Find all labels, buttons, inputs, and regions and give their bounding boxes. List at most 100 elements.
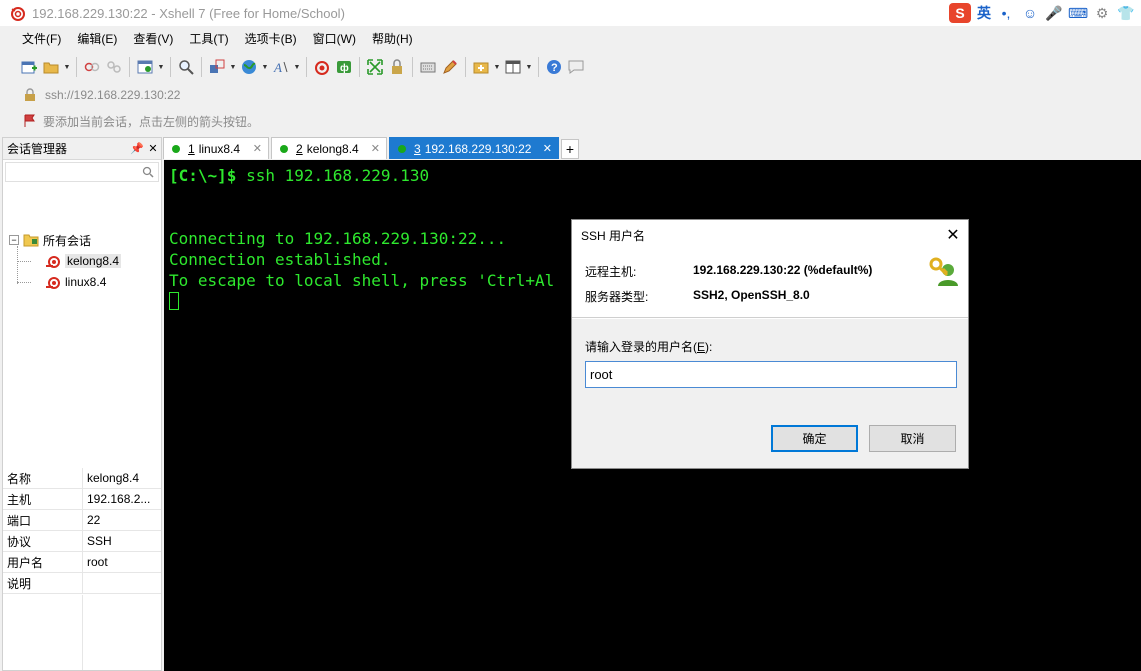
menu-window[interactable]: 窗口(W) [305, 27, 364, 51]
keyboard-icon[interactable]: ⌨ [1068, 4, 1088, 22]
layout-dropdown-icon[interactable]: ▼ [228, 56, 238, 78]
layout-icon[interactable] [206, 56, 228, 78]
terminal-command: ssh 192.168.229.130 [236, 166, 430, 185]
cancel-button[interactable]: 取消 [869, 425, 956, 452]
session-icon [46, 277, 60, 289]
tab-close-icon[interactable]: ✕ [543, 142, 552, 155]
globe-dropdown-icon[interactable]: ▼ [260, 56, 270, 78]
emoji-icon[interactable]: ☺ [1021, 4, 1039, 22]
server-type-value: SSH2, OpenSSH_8.0 [693, 288, 810, 302]
connected-status-icon [172, 144, 180, 153]
property-value: root [87, 555, 108, 569]
toolbar-separator [129, 57, 130, 77]
address-bar[interactable]: ssh://192.168.229.130:22 [17, 84, 1141, 106]
terminal-line: To escape to local shell, press 'Ctrl+Al [169, 271, 555, 290]
new-session-icon[interactable] [18, 56, 40, 78]
dialog-title-bar: SSH 用户名 ✕ [572, 220, 968, 250]
bookmark-flag-icon[interactable] [23, 114, 37, 128]
chat-icon[interactable] [565, 56, 587, 78]
ime-language-toggle[interactable]: 英 [977, 3, 991, 23]
username-input[interactable] [585, 361, 957, 388]
properties-icon[interactable] [134, 56, 156, 78]
session-search-input[interactable] [5, 162, 159, 182]
tree-item-kelong[interactable]: kelong8.4 [45, 251, 122, 271]
tab-linux[interactable]: 1 linux8.4 ✕ [163, 137, 269, 159]
split-layout-icon[interactable] [502, 56, 524, 78]
xshell-icon[interactable] [311, 56, 333, 78]
tab-number: 3 [414, 141, 421, 156]
tab-label: linux8.4 [198, 141, 241, 156]
hint-bar: 要添加当前会话，点击左侧的箭头按钮。 [17, 110, 1141, 132]
tree-root[interactable]: − 所有会话 [9, 230, 91, 250]
search-icon [142, 166, 154, 178]
server-type-row: 服务器类型: SSH2, OpenSSH_8.0 [585, 288, 810, 305]
terminal-line: Connection established. [169, 250, 391, 269]
toolbox-icon[interactable]: ⚙ [1093, 4, 1111, 22]
property-row-username: 用户名 root [3, 552, 161, 573]
lock-icon [25, 88, 35, 101]
new-tab-button[interactable]: + [561, 139, 579, 159]
toolbar-separator [306, 57, 307, 77]
menu-view[interactable]: 查看(V) [125, 27, 181, 51]
properties-dropdown-icon[interactable]: ▼ [156, 56, 166, 78]
connected-status-icon [398, 144, 406, 153]
punctuation-icon[interactable]: •, [997, 4, 1015, 22]
tab-label: kelong8.4 [306, 141, 359, 156]
font-dropdown-icon[interactable]: ▼ [292, 56, 302, 78]
lock-icon[interactable] [386, 56, 408, 78]
dialog-close-icon[interactable]: ✕ [938, 225, 968, 245]
property-key: 名称 [3, 468, 83, 488]
menu-help[interactable]: 帮助(H) [364, 27, 421, 51]
open-dropdown-icon[interactable]: ▼ [62, 56, 72, 78]
tree-item-label: kelong8.4 [65, 254, 122, 268]
find-icon[interactable] [175, 56, 197, 78]
menu-edit[interactable]: 编辑(E) [69, 27, 125, 51]
reconnect-icon[interactable] [103, 56, 125, 78]
svg-text:ф: ф [340, 62, 349, 74]
property-value: SSH [87, 534, 112, 548]
disconnect-icon[interactable] [81, 56, 103, 78]
xshell-window: 192.168.229.130:22 - Xshell 7 (Free for … [0, 0, 1141, 671]
server-type-label: 服务器类型: [585, 290, 649, 304]
help-icon[interactable]: ? [543, 56, 565, 78]
property-value: kelong8.4 [87, 471, 140, 485]
open-folder-icon[interactable] [40, 56, 62, 78]
property-row-protocol: 协议 SSH [3, 531, 161, 552]
property-row-name: 名称 kelong8.4 [3, 468, 161, 489]
add-tab-dropdown-icon[interactable]: ▼ [492, 56, 502, 78]
pin-icon[interactable]: 📌 [129, 142, 145, 155]
microphone-icon[interactable]: 🎤 [1045, 4, 1063, 22]
font-icon[interactable]: A [270, 56, 292, 78]
skin-icon[interactable]: 👕 [1117, 4, 1135, 22]
tab-close-icon[interactable]: ✕ [371, 142, 380, 155]
sogou-ime-icon[interactable]: S [949, 3, 971, 23]
split-dropdown-icon[interactable]: ▼ [524, 56, 534, 78]
ok-button[interactable]: 确定 [771, 425, 858, 452]
pen-icon[interactable] [439, 56, 461, 78]
tab-current-session[interactable]: 3 192.168.229.130:22 ✕ [389, 137, 559, 159]
tree-item-linux[interactable]: linux8.4 [45, 272, 106, 292]
menu-tabs[interactable]: 选项卡(B) [237, 27, 305, 51]
collapse-icon[interactable]: − [9, 235, 19, 245]
xftp-icon[interactable]: ф [333, 56, 355, 78]
tree-root-label: 所有会话 [43, 233, 92, 248]
tab-number: 2 [296, 141, 303, 156]
keyboard-icon[interactable] [417, 56, 439, 78]
add-tab-icon[interactable] [470, 56, 492, 78]
address-url: ssh://192.168.229.130:22 [45, 88, 181, 102]
tree-item-label: linux8.4 [65, 275, 107, 289]
menu-file[interactable]: 文件(F) [14, 27, 69, 51]
globe-icon[interactable] [238, 56, 260, 78]
menu-tools[interactable]: 工具(T) [181, 27, 236, 51]
ime-tray: S 英 •, ☺ 🎤 ⌨ ⚙ 👕 [949, 2, 1135, 24]
remote-host-label: 远程主机: [585, 265, 637, 279]
session-tabs: 1 linux8.4 ✕ 2 kelong8.4 ✕ 3 192.168.229… [163, 137, 1141, 159]
dialog-title: SSH 用户名 [581, 228, 646, 243]
session-manager-title: 会话管理器 [7, 142, 68, 156]
tab-kelong[interactable]: 2 kelong8.4 ✕ [271, 137, 387, 159]
tab-close-icon[interactable]: ✕ [253, 142, 262, 155]
fullscreen-icon[interactable] [364, 56, 386, 78]
close-icon[interactable]: ✕ [145, 142, 161, 155]
toolbar-separator [465, 57, 466, 77]
ssh-username-dialog: SSH 用户名 ✕ 远程主机: 192.168.229.130:22 (%def… [571, 219, 969, 469]
